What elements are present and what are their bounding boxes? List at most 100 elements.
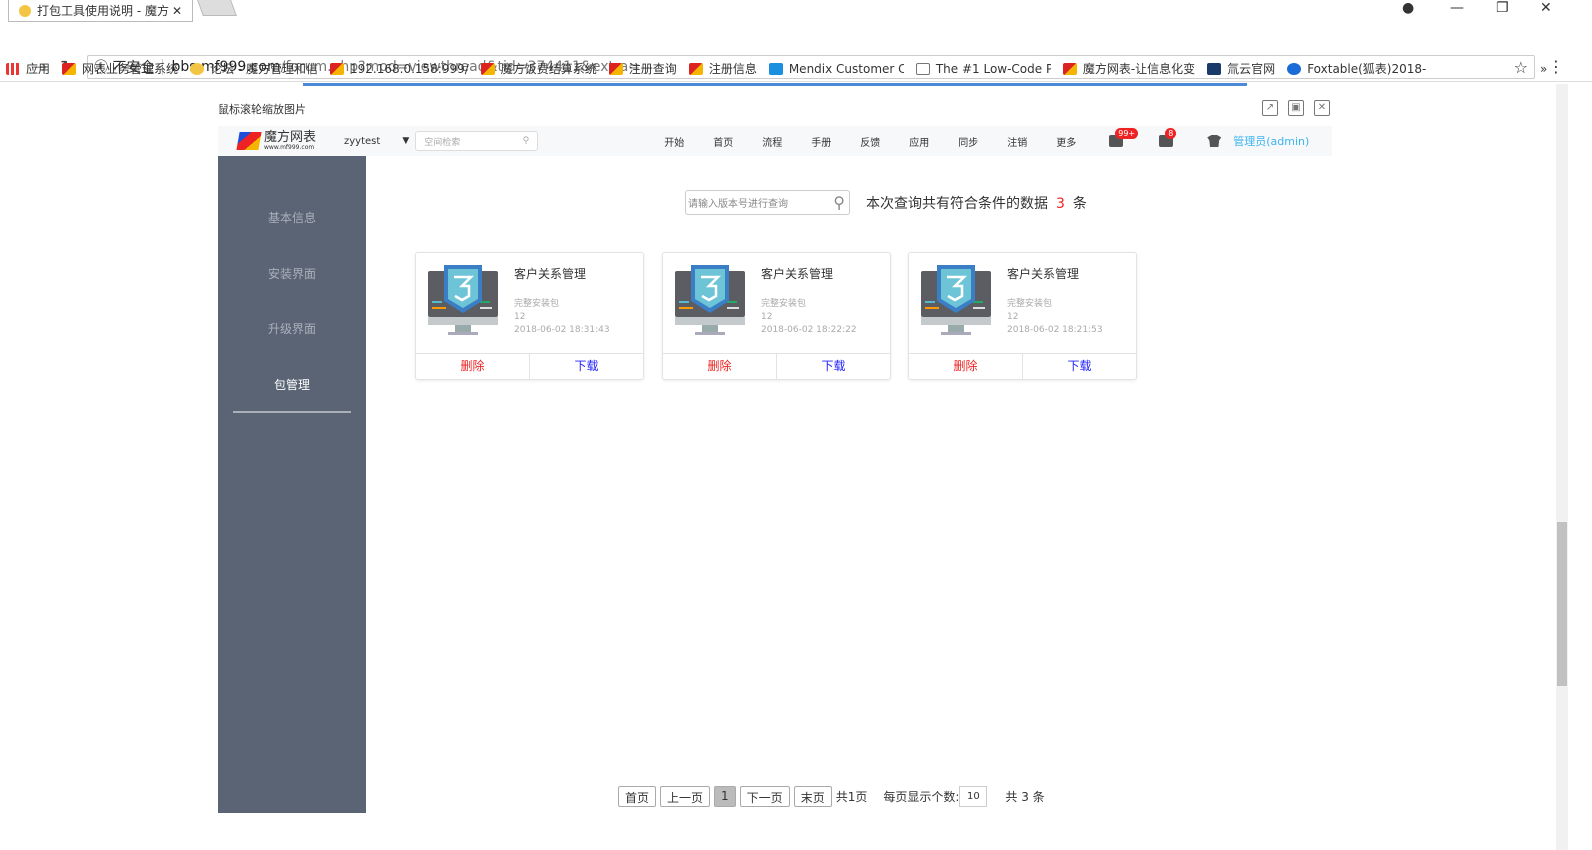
package-version: 12 bbox=[761, 312, 773, 322]
package-name: 客户关系管理 bbox=[514, 267, 587, 281]
sidebar-item-upgrade[interactable]: 升级界面 bbox=[218, 320, 366, 337]
bookmark-label: 192.168.0.158:999/ bbox=[350, 61, 469, 76]
close-tab-icon[interactable]: ✕ bbox=[172, 4, 182, 18]
mf-icon bbox=[688, 62, 703, 75]
logo-sub: www.mf999.com bbox=[264, 144, 315, 151]
sidebar-item-basic-info[interactable]: 基本信息 bbox=[218, 209, 366, 226]
space-search-input[interactable]: 空间检索 ⚲ bbox=[415, 131, 539, 151]
theme-shirt-icon[interactable] bbox=[1207, 135, 1222, 147]
mf-icon bbox=[608, 62, 623, 75]
page-icon bbox=[915, 62, 930, 75]
address-bar-row: ← → ↻ ⓘ 不安全bbs.mf999.com/forum.php?mod=v… bbox=[0, 27, 1592, 79]
mf-icon bbox=[1062, 62, 1077, 75]
menu-item[interactable]: 更多 bbox=[1056, 134, 1105, 149]
download-button[interactable]: 下载 bbox=[777, 354, 890, 379]
bookmark-label: 魔方网表-让信息化变 bbox=[1082, 62, 1196, 76]
pagination: 首页 上一页 1 下一页 末页 共1页 每页显示个数: 10 共 3 条 bbox=[618, 786, 1045, 807]
bookmark-label: 氚云官网 bbox=[1227, 62, 1276, 76]
app-header: 魔方网表 www.mf999.com zyytest ▼ 空间检索 ⚲ 开始 首页 流程… bbox=[218, 126, 1332, 156]
new-tab-button[interactable] bbox=[197, 0, 237, 16]
bookmark[interactable]: 192.168.0.158:999/ bbox=[330, 62, 469, 76]
per-page-input[interactable]: 10 bbox=[959, 786, 988, 807]
bookmark-label: 网表业务管理系统 bbox=[82, 62, 179, 76]
menu-item[interactable]: 流程 bbox=[762, 134, 811, 149]
download-button[interactable]: 下载 bbox=[530, 354, 643, 379]
minimize-button[interactable]: — bbox=[1450, 0, 1464, 16]
open-external-icon[interactable]: ↗ bbox=[1262, 100, 1278, 116]
top-menu: 开始 首页 流程 手册 反馈 应用 同步 注销 更多 bbox=[664, 134, 1105, 149]
admin-link[interactable]: 管理员(admin) bbox=[1233, 133, 1309, 149]
tasks-icon[interactable]: 8 bbox=[1159, 128, 1177, 147]
profile-icon[interactable]: ● bbox=[1402, 0, 1414, 16]
more-bookmarks-icon[interactable]: » bbox=[1540, 62, 1547, 76]
active-underline bbox=[233, 411, 351, 413]
delete-button[interactable]: 删除 bbox=[909, 354, 1023, 379]
bookmark[interactable]: 注册查询 bbox=[608, 60, 677, 77]
user-name[interactable]: zyytest bbox=[344, 136, 380, 147]
menu-item[interactable]: 开始 bbox=[664, 134, 713, 149]
messages-icon[interactable]: 99+ bbox=[1109, 128, 1139, 147]
bookmark[interactable]: 注册信息 bbox=[688, 60, 757, 77]
first-page-button[interactable]: 首页 bbox=[618, 786, 657, 807]
bookmarks-bar: 应用 网表业务管理系统 论坛 - 魔方管理和信 192.168.0.158:99… bbox=[0, 56, 1592, 82]
bulb-icon bbox=[190, 62, 205, 75]
count-prefix: 本次查询共有符合条件的数据 bbox=[866, 196, 1048, 212]
bookmark[interactable]: Foxtable(狐表)2018- bbox=[1287, 60, 1426, 77]
browser-tab[interactable]: 打包工具使用说明 - 魔方 ✕ bbox=[8, 0, 193, 22]
prev-page-button[interactable]: 上一页 bbox=[660, 786, 711, 807]
delete-button[interactable]: 删除 bbox=[663, 354, 777, 379]
bookmark[interactable]: 魔方饭费结算系统 bbox=[480, 60, 597, 77]
current-page-button[interactable]: 1 bbox=[714, 786, 736, 807]
scrollbar-thumb[interactable] bbox=[1557, 522, 1567, 686]
download-button[interactable]: 下载 bbox=[1023, 354, 1136, 379]
sidebar-item-package[interactable]: 包管理 bbox=[218, 376, 366, 393]
package-time: 2018-06-02 18:22:22 bbox=[761, 325, 857, 335]
bookmark-label: 应用 bbox=[26, 62, 51, 76]
bookmark-label: 注册查询 bbox=[628, 62, 677, 76]
favicon-icon bbox=[19, 4, 31, 17]
version-search-input[interactable]: 请输入版本号进行查询 ⚲ bbox=[685, 190, 850, 215]
bookmark[interactable]: The #1 Low-Code P bbox=[915, 62, 1051, 76]
menu-item[interactable]: 首页 bbox=[713, 134, 762, 149]
menu-item[interactable]: 注销 bbox=[1007, 134, 1056, 149]
menu-item[interactable]: 同步 bbox=[958, 134, 1007, 149]
logo-icon bbox=[236, 132, 262, 150]
tasks-badge: 8 bbox=[1165, 128, 1177, 139]
bookmark[interactable]: 氚云官网 bbox=[1207, 60, 1275, 77]
overlay-title: 鼠标滚轮缩放图片 bbox=[218, 103, 306, 116]
package-card: 客户关系管理 完整安装包 12 2018-06-02 18:31:43 删除 下载 bbox=[415, 252, 644, 380]
caret-down-icon[interactable]: ▼ bbox=[402, 136, 409, 146]
mendix-icon bbox=[768, 62, 783, 75]
package-version: 12 bbox=[514, 312, 526, 322]
restore-button[interactable]: ❐ bbox=[1496, 0, 1509, 16]
sidebar-item-install[interactable]: 安装界面 bbox=[218, 265, 366, 282]
logo[interactable]: 魔方网表 www.mf999.com bbox=[236, 131, 316, 151]
package-name: 客户关系管理 bbox=[761, 267, 834, 281]
bookmark[interactable]: Mendix Customer C bbox=[768, 61, 904, 76]
bookmark-apps[interactable]: 应用 bbox=[6, 60, 50, 77]
bookmark-label: Mendix Customer C bbox=[788, 61, 904, 76]
bookmark[interactable]: 魔方网表-让信息化变 bbox=[1062, 60, 1196, 77]
sidebar: 基本信息 安装界面 升级界面 包管理 bbox=[218, 156, 366, 813]
scrollbar[interactable] bbox=[1556, 84, 1568, 850]
foxtable-icon bbox=[1287, 62, 1302, 75]
bookmark[interactable]: 论坛 - 魔方管理和信 bbox=[190, 60, 318, 77]
package-time: 2018-06-02 18:31:43 bbox=[514, 325, 610, 335]
fit-icon[interactable]: ▣ bbox=[1288, 100, 1304, 116]
last-page-button[interactable]: 末页 bbox=[793, 786, 832, 807]
bookmark-label: 魔方饭费结算系统 bbox=[500, 62, 597, 76]
close-overlay-icon[interactable]: ✕ bbox=[1314, 100, 1330, 116]
messages-badge: 99+ bbox=[1115, 128, 1139, 139]
menu-item[interactable]: 应用 bbox=[909, 134, 958, 149]
menu-item[interactable]: 反馈 bbox=[860, 134, 909, 149]
menu-item[interactable]: 手册 bbox=[811, 134, 860, 149]
per-page-label: 每页显示个数: bbox=[883, 790, 960, 804]
delete-button[interactable]: 删除 bbox=[416, 354, 530, 379]
apps-icon bbox=[6, 62, 20, 75]
package-version: 12 bbox=[1007, 312, 1019, 322]
search-icon[interactable]: ⚲ bbox=[523, 136, 530, 146]
next-page-button[interactable]: 下一页 bbox=[739, 786, 790, 807]
search-icon[interactable]: ⚲ bbox=[833, 193, 845, 212]
bookmark[interactable]: 网表业务管理系统 bbox=[62, 60, 178, 77]
close-window-button[interactable]: ✕ bbox=[1540, 0, 1552, 16]
